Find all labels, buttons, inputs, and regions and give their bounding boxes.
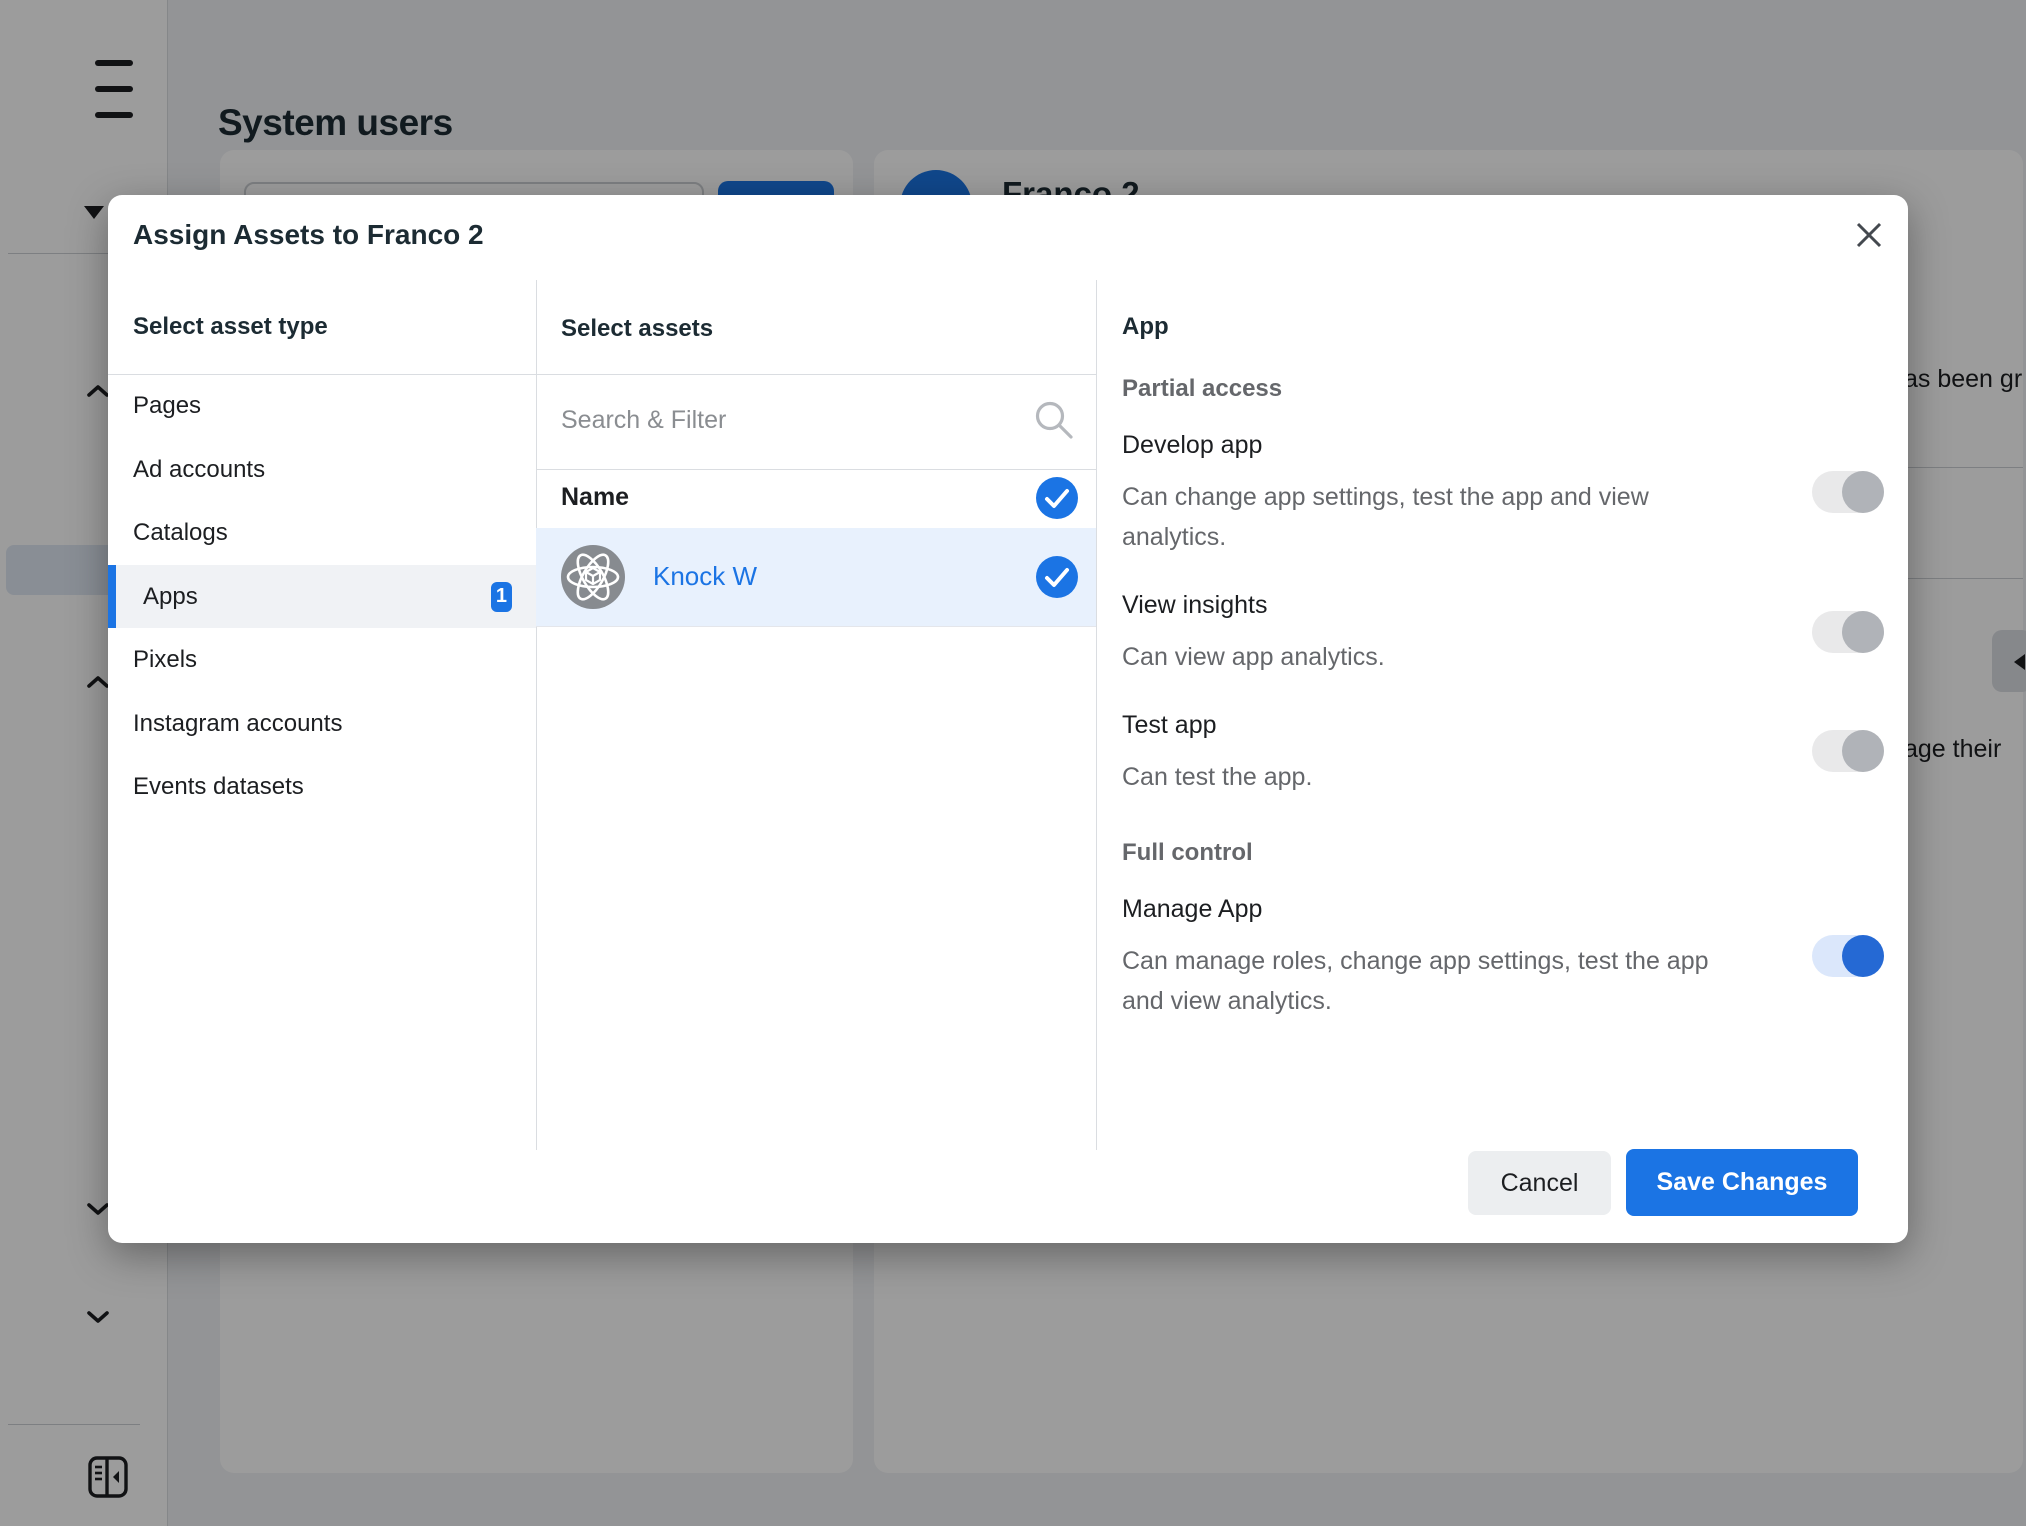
toggle-knob [1842,935,1884,977]
perm-manage-app-desc: Can manage roles, change app settings, t… [1122,941,1762,1021]
search-icon [1034,400,1074,440]
perm-test-app-label: Test app [1122,711,1217,740]
asset-type-column-header: Select asset type [133,313,328,341]
check-icon [1036,477,1078,519]
asset-type-list: Pages Ad accounts Catalogs Apps 1 Pixels… [108,374,536,819]
asset-search-row [536,372,1096,469]
toggle-knob [1842,730,1884,772]
asset-type-pixels[interactable]: Pixels [108,628,536,692]
perm-view-insights-desc: Can view app analytics. [1122,637,1722,677]
check-icon [1036,556,1078,598]
select-all-checkbox[interactable] [1036,477,1078,519]
asset-list-header-row: Name [536,469,1096,528]
assets-column-header: Select assets [561,315,713,343]
close-button[interactable] [1841,207,1897,263]
asset-row-knock-w[interactable]: Knock W [536,528,1096,626]
column-divider [1096,280,1097,1150]
app-atom-icon [561,545,625,609]
asset-type-apps[interactable]: Apps 1 [108,565,536,629]
permissions-column-header: App [1122,313,1169,341]
toggle-knob [1842,611,1884,653]
full-control-header: Full control [1122,839,1253,867]
selected-count-badge: 1 [491,582,512,612]
search-filter-input[interactable] [561,390,1001,450]
partial-access-header: Partial access [1122,375,1282,403]
assign-assets-dialog: Assign Assets to Franco 2 Select asset t… [108,195,1908,1243]
asset-type-pages[interactable]: Pages [108,374,536,438]
perm-manage-app-label: Manage App [1122,895,1262,924]
toggle-knob [1842,471,1884,513]
asset-type-ad-accounts[interactable]: Ad accounts [108,438,536,502]
asset-type-catalogs[interactable]: Catalogs [108,501,536,565]
save-changes-button[interactable]: Save Changes [1626,1149,1858,1216]
name-column-header: Name [561,483,629,512]
toggle-manage-app[interactable] [1812,935,1884,977]
toggle-test-app[interactable] [1812,730,1884,772]
asset-name: Knock W [653,561,757,592]
row-divider [536,626,1096,627]
asset-type-instagram-accounts[interactable]: Instagram accounts [108,692,536,756]
perm-test-app-desc: Can test the app. [1122,757,1722,797]
asset-type-events-datasets[interactable]: Events datasets [108,755,536,819]
toggle-develop-app[interactable] [1812,471,1884,513]
asset-checkbox[interactable] [1036,556,1078,598]
perm-develop-app-label: Develop app [1122,431,1262,460]
toggle-view-insights[interactable] [1812,611,1884,653]
perm-view-insights-label: View insights [1122,591,1267,620]
perm-develop-app-desc: Can change app settings, test the app an… [1122,477,1722,557]
close-icon [1854,220,1884,250]
dialog-title: Assign Assets to Franco 2 [133,219,484,251]
cancel-button[interactable]: Cancel [1468,1151,1611,1215]
screen: System users Franco 2 as been gr age the… [0,0,2026,1526]
